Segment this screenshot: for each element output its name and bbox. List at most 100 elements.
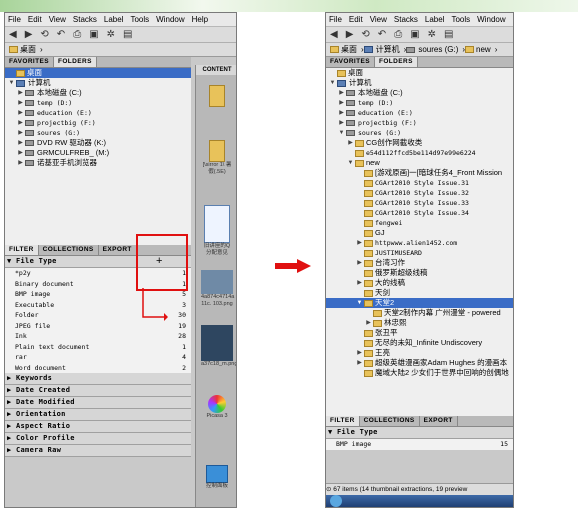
tree-item[interactable]: ▶ 本地磁盘 (C:) [326,88,513,98]
filter-section-orientation[interactable]: ▶ Orientation [5,409,191,421]
menu-item-edit[interactable]: Edit [349,15,363,24]
file-type-row[interactable]: Word document 2 [5,362,191,373]
expand-right-icon[interactable]: ▶ [355,258,364,268]
breadcrumb-item[interactable]: 桌面 [20,44,36,55]
tab-content[interactable]: CONTENT [196,65,236,75]
tree-item[interactable]: ▶ 林忠熙 [326,318,513,328]
tree-item[interactable]: ▶ 超级英雄漫画家Adam Hughes 的漫画本 [326,358,513,368]
file-type-row[interactable]: BMP image 15 [326,439,513,450]
return-icon[interactable]: ↶ [378,29,386,40]
thumbnail[interactable] [201,85,233,107]
tree-item[interactable]: 张丑平 [326,328,513,338]
tree-item[interactable]: ▼ 计算机 [326,78,513,88]
menu-item-label[interactable]: Label [425,15,445,24]
expand-right-icon[interactable]: ▶ [16,88,25,98]
tree-item[interactable]: 无尽的未知_Infinite Undiscovery [326,338,513,348]
start-button-icon[interactable] [330,495,342,507]
return-icon[interactable]: ↶ [57,29,65,40]
file-type-row[interactable]: Ink 28 [5,331,191,342]
tab-favorites[interactable]: FAVORITES [5,57,54,67]
tree-item[interactable]: ▶ education (E:) [326,108,513,118]
menu-item-tools[interactable]: Tools [130,15,149,24]
filter-section-aspect-ratio[interactable]: ▶ Aspect Ratio [5,421,191,433]
file-type-row[interactable]: Plain text document 1 [5,341,191,352]
tree-item[interactable]: ▼ soures (G:) [326,128,513,138]
expand-right-icon[interactable]: ▶ [337,98,346,108]
filter-section-date-created[interactable]: ▶ Date Created [5,385,191,397]
thumbnail[interactable]: 旧讲座的Q 分配意见 [201,205,233,257]
tab-filter[interactable]: FILTER [326,416,360,426]
menu-item-help[interactable]: Help [192,15,208,24]
tree-item[interactable]: 俄罗斯超级线稿 [326,268,513,278]
menu-item-label[interactable]: Label [104,15,124,24]
forward-icon[interactable]: ▶ [25,29,33,40]
tree-item[interactable]: GJ [326,228,513,238]
tree-item-selected[interactable]: ▼ 天堂2 [326,298,513,308]
tree-item[interactable]: 天剑 [326,288,513,298]
tree-item[interactable]: ▼ new [326,158,513,168]
file-type-row[interactable]: rar 4 [5,352,191,363]
filter-section-camera-raw[interactable]: ▶ Camera Raw [5,445,191,457]
tree-item[interactable]: 魔域大陆2 少女们于世界中回响的创偶地 [326,368,513,378]
tab-folders[interactable]: FOLDERS [53,57,97,67]
expand-right-icon[interactable]: ▶ [355,348,364,358]
filter-section-keywords[interactable]: ▶ Keywords [5,373,191,385]
tree-item[interactable]: ▶ education (E:) [5,108,191,118]
menu-item-stacks[interactable]: Stacks [394,15,418,24]
tab-export[interactable]: EXPORT [420,416,458,426]
tree-item[interactable]: CGArt2010 Style Issue.34 [326,208,513,218]
refine-icon[interactable]: ✲ [107,29,115,40]
menu-item-window[interactable]: Window [477,15,505,24]
tab-favorites[interactable]: FAVORITES [326,57,375,67]
menu-item-view[interactable]: View [370,15,387,24]
tree-item[interactable]: ▶ 本地磁盘 (C:) [5,88,191,98]
tab-folders[interactable]: FOLDERS [374,57,418,67]
camera-icon[interactable]: ⎙ [394,29,402,40]
tree-item[interactable]: ▶ 诺基亚手机浏览器 [5,158,191,168]
thumbnail[interactable]: [\sirror 1\ 暑假(.5E) [201,140,233,176]
tree-item[interactable]: ▶ CG创作网截收类 [326,138,513,148]
expand-down-icon[interactable]: ▼ [355,298,364,308]
tree-item[interactable]: ▶ projectbig (F:) [5,118,191,128]
expand-down-icon[interactable]: ▼ [337,128,346,138]
tree-item-selected[interactable]: 桌面 [5,68,191,78]
expand-down-icon[interactable]: ▼ [328,78,337,88]
tree-item[interactable]: 桌面 [326,68,513,78]
expand-right-icon[interactable]: ▶ [364,318,373,328]
breadcrumb-item[interactable]: 桌面 [341,44,357,55]
recent-folders-icon[interactable]: ⟲ [361,29,369,40]
menu-item-tools[interactable]: Tools [451,15,470,24]
forward-icon[interactable]: ▶ [346,29,354,40]
expand-down-icon[interactable]: ▼ [7,78,16,88]
tree-item[interactable]: CGArt2010 Style Issue.32 [326,188,513,198]
tab-collections[interactable]: COLLECTIONS [360,416,420,426]
menu-item-window[interactable]: Window [156,15,184,24]
back-icon[interactable]: ◀ [330,29,338,40]
expand-down-icon[interactable]: ▼ [346,158,355,168]
thumbnail[interactable]: Picasa 3 [201,395,233,420]
menu-item-help[interactable]: Help [513,15,514,24]
expand-right-icon[interactable]: ▶ [16,98,25,108]
tree-item[interactable]: ▶ 台湾习作 [326,258,513,268]
filter-section-file-type[interactable]: ▼ File Type [326,427,513,439]
expand-right-icon[interactable]: ▶ [337,118,346,128]
breadcrumb-item[interactable]: soures (G:) [418,45,458,54]
filter-section-date-modified[interactable]: ▶ Date Modified [5,397,191,409]
tree-item[interactable]: [游戏原画]一[暗球任务4_Front Mission [326,168,513,178]
tree-item[interactable]: JUSTIMUSEARD [326,248,513,258]
thumbnail[interactable]: 控制面板 [201,465,233,490]
tree-item[interactable]: 天堂2制作内幕 广州漫堂 - powered [326,308,513,318]
expand-right-icon[interactable]: ▶ [355,358,364,368]
tree-item[interactable]: ▶ DVD RW 驱动器 (K:) [5,138,191,148]
expand-right-icon[interactable]: ▶ [337,88,346,98]
breadcrumb-item[interactable]: new [476,45,491,54]
menu-item-view[interactable]: View [49,15,66,24]
expand-right-icon[interactable]: ▶ [16,138,25,148]
expand-right-icon[interactable]: ▶ [16,158,25,168]
menu-item-stacks[interactable]: Stacks [73,15,97,24]
thumbnail[interactable]: a37c18_m.png [201,325,236,368]
tree-item[interactable]: CGArt2010 Style Issue.33 [326,198,513,208]
expand-right-icon[interactable]: ▶ [355,278,364,288]
open-icon[interactable]: ▤ [123,29,132,40]
tab-filter[interactable]: FILTER [5,245,39,255]
